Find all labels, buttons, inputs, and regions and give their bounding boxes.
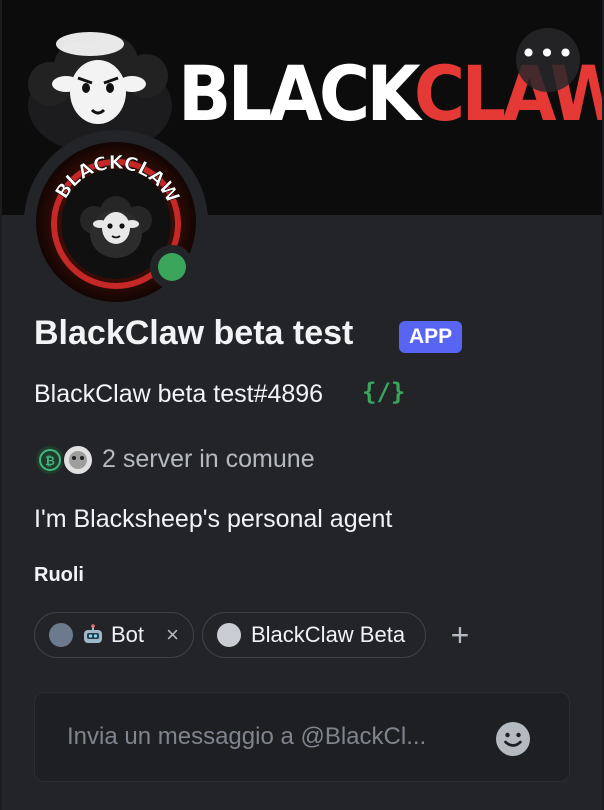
role-blackclaw-beta[interactable]: BlackClaw Beta (202, 612, 426, 658)
remove-role-icon[interactable]: × (166, 622, 179, 648)
role-color-dot (49, 623, 73, 647)
role-label: Bot (111, 622, 145, 647)
more-dots-icon: ••• (520, 37, 576, 70)
role-label: BlackClaw Beta (251, 622, 406, 647)
slash-command-icon[interactable]: {/} (362, 378, 405, 406)
display-name: BlackClaw beta test (34, 314, 354, 352)
roles-heading: Ruoli (34, 564, 84, 586)
add-role-button[interactable]: + (446, 618, 474, 652)
robot-icon (84, 624, 102, 643)
online-status-icon (158, 253, 186, 281)
role-color-dot (217, 623, 241, 647)
profile-card: BLACKCLAW ••• BLACKCLAW (2, 0, 602, 810)
svg-text:₿: ₿ (45, 454, 55, 468)
smiley-icon[interactable] (495, 721, 531, 757)
mutual-server-icons[interactable]: ₿ (34, 444, 96, 476)
username: BlackClaw beta test#4896 (34, 380, 324, 408)
mutual-servers-link[interactable]: 2 server in comune (102, 445, 315, 474)
role-bot[interactable]: Bot × (34, 612, 194, 658)
more-options-button[interactable]: ••• (516, 28, 580, 92)
message-composer: Invia un messaggio a @BlackCl... (34, 692, 570, 782)
message-input[interactable]: Invia un messaggio a @BlackCl... (67, 723, 467, 751)
bio: I'm Blacksheep's personal agent (34, 505, 393, 533)
app-badge: APP (399, 321, 463, 353)
